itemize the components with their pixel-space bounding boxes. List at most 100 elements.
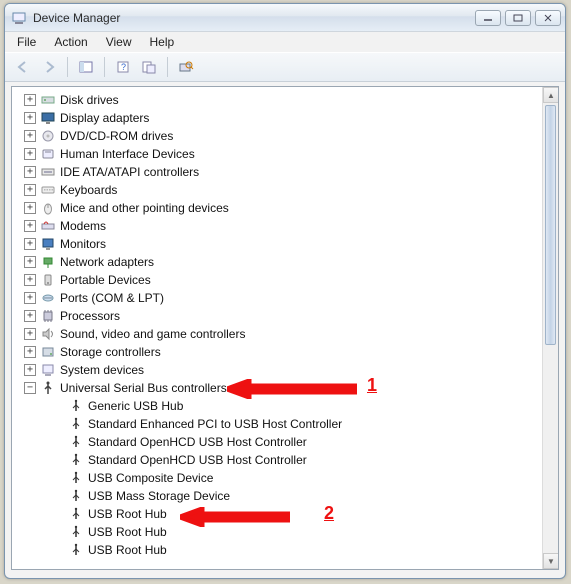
device-tree[interactable]: + Disk drives + Display adapters +DVD/CD-ROM… [12, 87, 542, 569]
scroll-up-button[interactable]: ▲ [543, 87, 559, 103]
expand-icon[interactable]: + [24, 202, 36, 214]
ide-icon [40, 164, 56, 180]
help-button[interactable]: ? [111, 56, 135, 78]
network-icon [40, 254, 56, 270]
usb-icon [68, 542, 84, 558]
expand-icon[interactable]: + [24, 166, 36, 178]
tree-category-keyboard[interactable]: +Keyboards [18, 181, 542, 199]
optical-icon [40, 128, 56, 144]
tree-spacer [52, 544, 64, 556]
tree-item-label: Monitors [60, 237, 106, 251]
tree-category-drive[interactable]: + Disk drives [18, 91, 542, 109]
scroll-thumb[interactable] [545, 105, 556, 345]
tree-category-network[interactable]: +Network adapters [18, 253, 542, 271]
expand-icon[interactable]: + [24, 148, 36, 160]
sound-icon [40, 326, 56, 342]
tree-item-usb-3[interactable]: Standard OpenHCD USB Host Controller [18, 451, 542, 469]
tree-category-usb[interactable]: − Universal Serial Bus controllers [18, 379, 542, 397]
vertical-scrollbar[interactable]: ▲ ▼ [542, 87, 558, 569]
tree-category-display[interactable]: + Display adapters [18, 109, 542, 127]
tree-category-system[interactable]: + System devices [18, 361, 542, 379]
expand-icon[interactable]: + [24, 238, 36, 250]
usb-icon [68, 488, 84, 504]
tree-item-label: USB Mass Storage Device [88, 489, 230, 503]
tree-spacer [52, 508, 64, 520]
expand-icon[interactable]: + [24, 184, 36, 196]
tree-item-label: Mice and other pointing devices [60, 201, 229, 215]
tree-item-label: Display adapters [60, 111, 149, 125]
menu-file[interactable]: File [9, 33, 44, 51]
expand-icon[interactable]: + [24, 274, 36, 286]
tree-item-usb-0[interactable]: Generic USB Hub [18, 397, 542, 415]
usb-icon [68, 452, 84, 468]
tree-category-modem[interactable]: + Modems [18, 217, 542, 235]
tree-category-sound[interactable]: +Sound, video and game controllers [18, 325, 542, 343]
tree-item-label: USB Composite Device [88, 471, 213, 485]
expand-icon[interactable]: + [24, 112, 36, 124]
usb-icon [68, 524, 84, 540]
tree-category-portable[interactable]: + Portable Devices [18, 271, 542, 289]
tree-item-label: System devices [60, 363, 144, 377]
tree-category-mouse[interactable]: + Mice and other pointing devices [18, 199, 542, 217]
toolbar-separator [67, 57, 68, 77]
tree-item-label: Modems [60, 219, 106, 233]
tree-category-port[interactable]: +Ports (COM & LPT) [18, 289, 542, 307]
toolbar-separator [167, 57, 168, 77]
tree-spacer [52, 436, 64, 448]
scan-hardware-button[interactable] [174, 56, 198, 78]
expand-icon[interactable]: + [24, 94, 36, 106]
show-hide-console-tree-button[interactable] [74, 56, 98, 78]
monitor-icon [40, 236, 56, 252]
expand-icon[interactable]: + [24, 364, 36, 376]
tree-category-monitor[interactable]: + Monitors [18, 235, 542, 253]
expand-icon[interactable]: + [24, 310, 36, 322]
expand-icon[interactable]: + [24, 292, 36, 304]
tree-category-optical[interactable]: +DVD/CD-ROM drives [18, 127, 542, 145]
scroll-down-button[interactable]: ▼ [543, 553, 559, 569]
tree-item-usb-5[interactable]: USB Mass Storage Device [18, 487, 542, 505]
expand-icon[interactable]: + [24, 328, 36, 340]
minimize-button[interactable] [475, 10, 501, 26]
tree-item-usb-6[interactable]: USB Root Hub [18, 505, 542, 523]
expand-icon[interactable]: + [24, 130, 36, 142]
titlebar[interactable]: Device Manager [5, 4, 565, 32]
tree-spacer [52, 526, 64, 538]
usbcat-icon [40, 380, 56, 396]
tree-item-label: Universal Serial Bus controllers [60, 381, 227, 395]
tree-category-hid[interactable]: +Human Interface Devices [18, 145, 542, 163]
mouse-icon [40, 200, 56, 216]
tree-item-label: Processors [60, 309, 120, 323]
tree-spacer [52, 472, 64, 484]
hid-icon [40, 146, 56, 162]
close-button[interactable] [535, 10, 561, 26]
tree-item-label: Disk drives [60, 93, 119, 107]
portable-icon [40, 272, 56, 288]
storage-icon [40, 344, 56, 360]
back-button[interactable] [11, 56, 35, 78]
tree-item-usb-7[interactable]: USB Root Hub [18, 523, 542, 541]
tree-item-label: Standard Enhanced PCI to USB Host Contro… [88, 417, 342, 431]
tree-item-label: Portable Devices [60, 273, 151, 287]
tree-item-usb-1[interactable]: Standard Enhanced PCI to USB Host Contro… [18, 415, 542, 433]
expand-icon[interactable]: + [24, 220, 36, 232]
tree-category-storage[interactable]: +Storage controllers [18, 343, 542, 361]
expand-icon[interactable]: + [24, 256, 36, 268]
drive-icon [40, 92, 56, 108]
properties-button[interactable] [137, 56, 161, 78]
usb-icon [68, 398, 84, 414]
maximize-button[interactable] [505, 10, 531, 26]
tree-item-usb-2[interactable]: Standard OpenHCD USB Host Controller [18, 433, 542, 451]
tree-category-ide[interactable]: +IDE ATA/ATAPI controllers [18, 163, 542, 181]
menu-view[interactable]: View [98, 33, 140, 51]
menu-help[interactable]: Help [142, 33, 183, 51]
tree-item-usb-8[interactable]: USB Root Hub [18, 541, 542, 559]
tree-item-label: USB Root Hub [88, 507, 167, 521]
collapse-icon[interactable]: − [24, 382, 36, 394]
tree-item-label: Generic USB Hub [88, 399, 183, 413]
tree-view-frame: + Disk drives + Display adapters +DVD/CD-ROM… [11, 86, 559, 570]
menu-action[interactable]: Action [46, 33, 95, 51]
expand-icon[interactable]: + [24, 346, 36, 358]
tree-item-usb-4[interactable]: USB Composite Device [18, 469, 542, 487]
forward-button[interactable] [37, 56, 61, 78]
tree-category-cpu[interactable]: + Processors [18, 307, 542, 325]
